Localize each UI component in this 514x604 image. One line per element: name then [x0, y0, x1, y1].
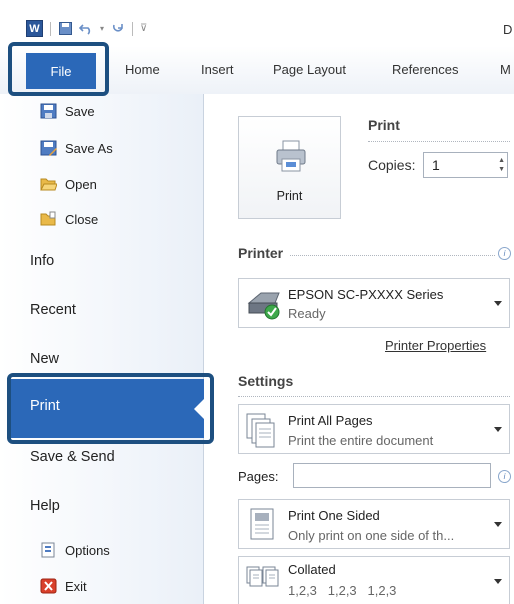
- tab-references[interactable]: References: [392, 62, 458, 77]
- close-command-label: Close: [65, 211, 99, 227]
- file-tab-highlight: [8, 42, 109, 96]
- options-command[interactable]: Options: [40, 542, 110, 558]
- printer-icon: [276, 140, 306, 172]
- nav-new[interactable]: New: [30, 351, 59, 367]
- divider: [290, 255, 495, 256]
- tab-home[interactable]: Home: [125, 62, 160, 77]
- save-as-command[interactable]: Save As: [40, 140, 113, 156]
- window-title: D: [503, 22, 513, 37]
- pages-icon: [246, 413, 275, 448]
- copies-stepper[interactable]: 1 ▲ ▼: [423, 152, 508, 178]
- title-bar: W ▾ ⊽ D: [0, 0, 514, 46]
- undo-icon[interactable]: [79, 22, 93, 36]
- sides-dropdown[interactable]: Print One Sided Only print on one side o…: [238, 499, 510, 549]
- print-button-label: Print: [276, 189, 303, 203]
- divider: [368, 141, 510, 142]
- toolbar-divider: [132, 21, 134, 36]
- save-as-icon: [40, 140, 57, 156]
- printer-dropdown[interactable]: EPSON SC-PXXXX Series Ready: [238, 278, 510, 328]
- printer-status: Ready: [288, 306, 326, 321]
- open-command-label: Open: [65, 176, 97, 192]
- tab-mailings[interactable]: M: [500, 62, 511, 77]
- sides-title: Print One Sided: [288, 508, 380, 523]
- options-command-label: Options: [65, 542, 110, 558]
- backstage-nav: [0, 94, 204, 604]
- customize-toolbar-icon[interactable]: ⊽: [140, 23, 147, 34]
- collation-title: Collated: [288, 562, 336, 577]
- divider: [238, 396, 510, 397]
- exit-icon: [40, 578, 57, 594]
- printer-info-icon[interactable]: i: [498, 247, 511, 260]
- copies-label: Copies:: [368, 157, 416, 173]
- print-range-dropdown[interactable]: Print All Pages Print the entire documen…: [238, 404, 510, 454]
- close-folder-icon: [40, 211, 57, 227]
- save-as-command-label: Save As: [65, 140, 113, 156]
- print-button[interactable]: Print: [238, 116, 341, 219]
- printer-name: EPSON SC-PXXXX Series: [288, 287, 444, 302]
- save-icon: [40, 103, 57, 119]
- exit-command[interactable]: Exit: [40, 578, 87, 594]
- toolbar-divider: [50, 21, 51, 36]
- pages-label: Pages:: [238, 469, 279, 484]
- chevron-down-icon: [494, 579, 502, 584]
- one-sided-icon: [250, 508, 274, 540]
- open-folder-icon: [40, 176, 58, 192]
- settings-heading: Settings: [238, 373, 294, 389]
- print-range-subtitle: Print the entire document: [288, 433, 434, 448]
- nav-recent[interactable]: Recent: [30, 302, 76, 318]
- copies-spin-icon[interactable]: ▲ ▼: [498, 156, 505, 174]
- redo-icon[interactable]: [111, 22, 125, 36]
- nav-help[interactable]: Help: [30, 498, 60, 514]
- save-command-label: Save: [65, 103, 95, 119]
- chevron-down-icon: [494, 522, 502, 527]
- chevron-down-icon: [494, 427, 502, 432]
- print-heading: Print: [368, 117, 400, 133]
- nav-info[interactable]: Info: [30, 253, 54, 269]
- word-logo-icon[interactable]: W: [26, 20, 43, 37]
- printer-heading: Printer: [238, 245, 284, 261]
- pages-input[interactable]: [293, 463, 491, 488]
- save-icon[interactable]: [58, 22, 72, 36]
- collated-icon: [246, 566, 279, 587]
- undo-dropdown-icon[interactable]: ▾: [100, 24, 104, 33]
- exit-command-label: Exit: [65, 578, 87, 594]
- printer-ready-icon: [247, 292, 280, 320]
- print-range-title: Print All Pages: [288, 413, 373, 428]
- collation-subtitle: 1,2,3 1,2,3 1,2,3: [288, 583, 397, 598]
- pages-info-icon[interactable]: i: [498, 470, 511, 483]
- close-command[interactable]: Close: [40, 211, 98, 227]
- quick-access-toolbar: W ▾ ⊽: [26, 20, 147, 37]
- chevron-down-icon: [494, 301, 502, 306]
- nav-save-and-send[interactable]: Save & Send: [30, 449, 115, 465]
- printer-properties-link[interactable]: Printer Properties: [385, 338, 486, 353]
- tab-page-layout[interactable]: Page Layout: [273, 62, 346, 77]
- sides-subtitle: Only print on one side of th...: [288, 528, 455, 543]
- collation-dropdown[interactable]: Collated 1,2,3 1,2,3 1,2,3: [238, 556, 510, 604]
- open-command[interactable]: Open: [40, 176, 97, 192]
- copies-value: 1: [432, 157, 440, 173]
- save-command[interactable]: Save: [40, 103, 95, 119]
- options-icon: [40, 542, 57, 558]
- print-nav-highlight: [7, 373, 214, 444]
- tab-insert[interactable]: Insert: [201, 62, 234, 77]
